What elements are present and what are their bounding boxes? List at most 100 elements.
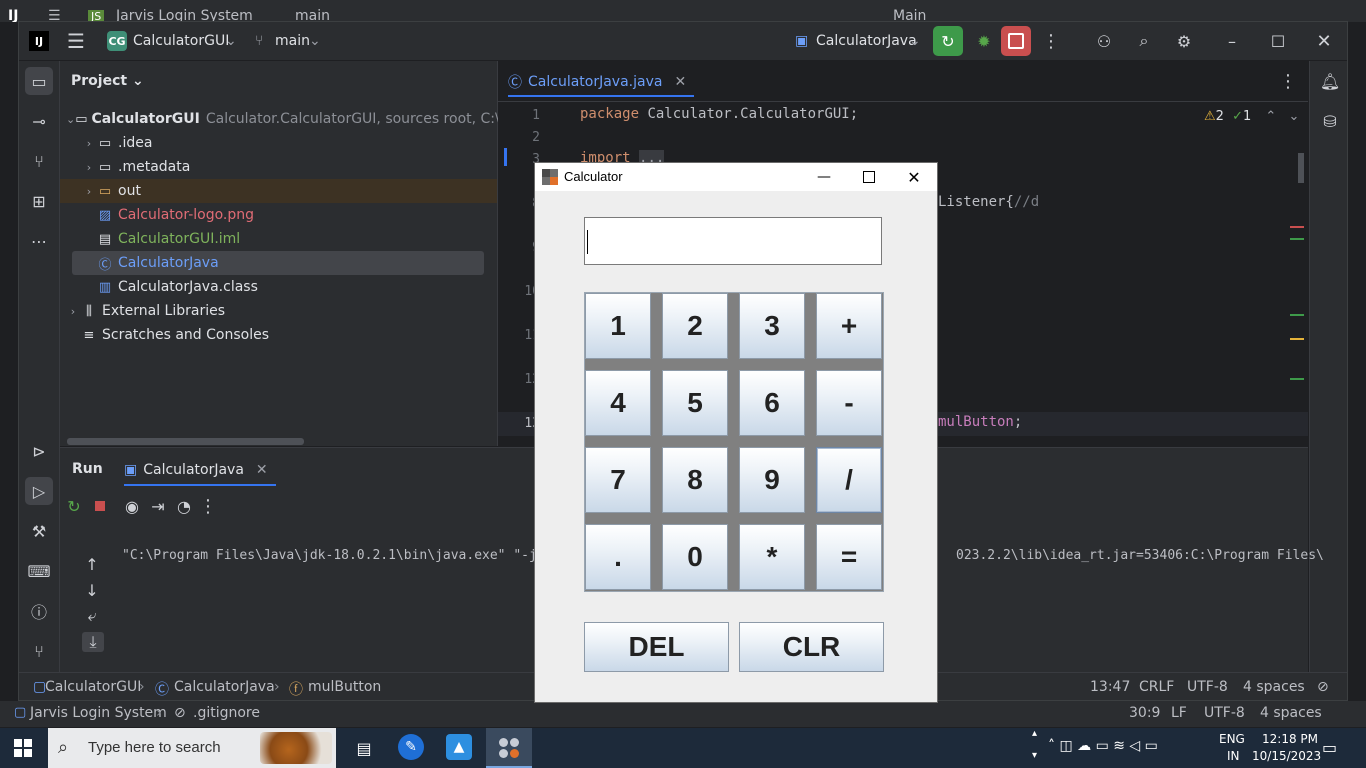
lock-icon[interactable]: ⊘ [1317,679,1329,695]
digit-7-button[interactable]: 7 [585,447,651,513]
change-stripe-mark[interactable] [1290,378,1304,380]
calculator-display-field[interactable] [584,217,882,265]
digit-1-button[interactable]: 1 [585,293,651,359]
more-actions-icon[interactable]: ⋮ [1039,26,1063,56]
notifications-icon[interactable]: 🔔︎ [1316,67,1344,95]
more-tabs-icon[interactable]: ⋮ [1278,69,1298,93]
tree-item-class-file[interactable]: ▥ CalculatorJava.class [60,275,497,299]
notification-center-icon[interactable]: ▭ [1322,738,1344,758]
taskbar-scroll-arrows[interactable]: ▴ ▾ [1032,728,1042,768]
code-line-13[interactable]: mulButton; [938,414,1022,430]
back-project-name[interactable]: Jarvis Login System [116,8,253,22]
pull-requests-icon[interactable]: ⑂ [25,147,53,175]
line-separator[interactable]: CRLF [1139,679,1174,695]
breadcrumb-project[interactable]: CalculatorGUI [45,679,141,695]
run-config-name[interactable]: CalculatorJava [816,33,917,49]
build-icon[interactable]: ⚒ [25,517,53,545]
stop-button[interactable] [1001,26,1031,56]
digit-8-button[interactable]: 8 [662,447,728,513]
clear-button[interactable]: CLR [739,622,884,672]
editor-scrollbar[interactable] [1298,153,1304,183]
code-line-8[interactable]: Listener{//d [938,194,1039,210]
digit-5-button[interactable]: 5 [662,370,728,436]
warning-stripe-mark[interactable] [1290,338,1304,340]
close-icon[interactable]: ✕ [903,163,925,191]
clock-time[interactable]: 12:18 PM [1262,732,1318,746]
photos-taskbar-icon[interactable]: ▲ [446,734,472,760]
digit-2-button[interactable]: 2 [662,293,728,359]
soft-wrap-icon[interactable]: ⤶ [82,606,102,626]
digit-4-button[interactable]: 4 [585,370,651,436]
project-panel-title[interactable]: Project ⌄ [71,73,144,89]
tab-calculatorjava[interactable]: Ⓒ CalculatorJava.java ✕ [508,69,695,97]
project-name[interactable]: CalculatorGUI [133,33,229,49]
equals-button[interactable]: = [816,524,882,590]
minimize-icon[interactable]: — [813,163,835,191]
delete-button[interactable]: DEL [584,622,729,672]
breadcrumb-field[interactable]: mulButton [308,679,381,695]
rerun-icon[interactable]: ↻ [933,26,963,56]
system-tray-icons[interactable]: ˄ ◫ ☁ ▭ ≋ ◁ ▭ [1048,738,1158,754]
search-icon[interactable]: ⌕ [1129,26,1159,56]
decimal-button[interactable]: . [585,524,651,590]
calculator-taskbar-item[interactable] [486,728,532,768]
branch-name[interactable]: main [275,33,310,49]
scroll-up-icon[interactable]: ↑ [82,554,102,574]
file-encoding[interactable]: UTF-8 [1187,679,1228,695]
close-tab-icon[interactable]: ✕ [674,74,686,90]
tree-item-idea[interactable]: › ▭ .idea [60,131,497,155]
back-branch-name[interactable]: main [295,8,330,22]
database-icon[interactable]: ⛁ [1316,107,1344,135]
chevron-down-icon[interactable]: ⌄ [309,33,321,49]
services-icon[interactable]: ⊳ [25,437,53,465]
inspection-widget[interactable]: ⚠2 ✓1 ⌃ ⌄ [1204,109,1299,124]
region-indicator[interactable]: IN [1227,749,1240,763]
background-line-separator[interactable]: LF [1171,705,1187,721]
language-indicator[interactable]: ENG [1219,732,1245,746]
commit-icon[interactable]: ⊸ [25,107,53,135]
digit-0-button[interactable]: 0 [662,524,728,590]
console-output-right[interactable]: 023.2.2\lib\idea_rt.jar=53406:C:\Program… [956,548,1324,563]
rerun-icon[interactable]: ↻ [62,494,86,518]
tree-item-out[interactable]: › ▭ out [60,179,497,203]
caret-position[interactable]: 13:47 [1090,679,1130,695]
profiler-icon[interactable]: ◔ [172,494,196,518]
task-view-icon[interactable]: ▤ [352,736,376,760]
digit-9-button[interactable]: 9 [739,447,805,513]
background-encoding[interactable]: UTF-8 [1204,705,1245,721]
app-taskbar-icon[interactable]: ✎ [398,734,424,760]
camera-icon[interactable]: ◉ [120,494,144,518]
tree-item-external-libraries[interactable]: › ⫼ External Libraries [60,299,497,323]
more-tools-icon[interactable]: ⋯ [25,227,53,255]
close-icon[interactable]: ✕ [1309,26,1339,56]
debug-icon[interactable]: ✹ [969,26,999,56]
chevron-up-icon[interactable]: ⌃ [1265,109,1276,124]
tree-item-metadata[interactable]: › ▭ .metadata [60,155,497,179]
close-tab-icon[interactable]: ✕ [256,462,268,478]
code-line-1[interactable]: package Calculator.CalculatorGUI; [580,106,858,122]
horizontal-scrollbar[interactable] [67,438,304,445]
minimize-icon[interactable]: – [1217,26,1247,56]
windows-start-icon[interactable] [14,739,32,757]
console-output-left[interactable]: "C:\Program Files\Java\jdk-18.0.2.1\bin\… [122,548,545,563]
tree-item-calculatorjava[interactable]: Ⓒ CalculatorJava [72,251,484,275]
clock-date[interactable]: 10/15/2023 [1252,749,1321,763]
settings-gear-icon[interactable]: ⚙ [1169,26,1199,56]
background-indent[interactable]: 4 spaces [1260,705,1322,721]
back-run-config[interactable]: Main [893,8,926,22]
chevron-down-icon[interactable]: ⌄ [1288,109,1299,124]
indent-setting[interactable]: 4 spaces [1243,679,1305,695]
main-menu-icon[interactable]: ☰ [65,29,87,53]
change-stripe-mark[interactable] [1290,314,1304,316]
digit-6-button[interactable]: 6 [739,370,805,436]
more-actions-icon[interactable]: ⋮ [198,494,218,518]
scroll-to-end-icon[interactable]: ⤓ [82,632,104,652]
tree-root[interactable]: ⌄ ▭ CalculatorGUI Calculator.CalculatorGU… [60,107,539,131]
terminal-icon[interactable]: ⌨ [25,557,53,585]
subtract-button[interactable]: - [816,370,882,436]
breadcrumb-class[interactable]: CalculatorJava [174,679,275,695]
chevron-down-icon[interactable]: ⌄ [909,33,921,49]
scroll-down-icon[interactable]: ↓ [82,580,102,600]
tree-item-iml[interactable]: ▤ CalculatorGUI.iml [60,227,497,251]
stop-icon[interactable] [88,494,112,518]
